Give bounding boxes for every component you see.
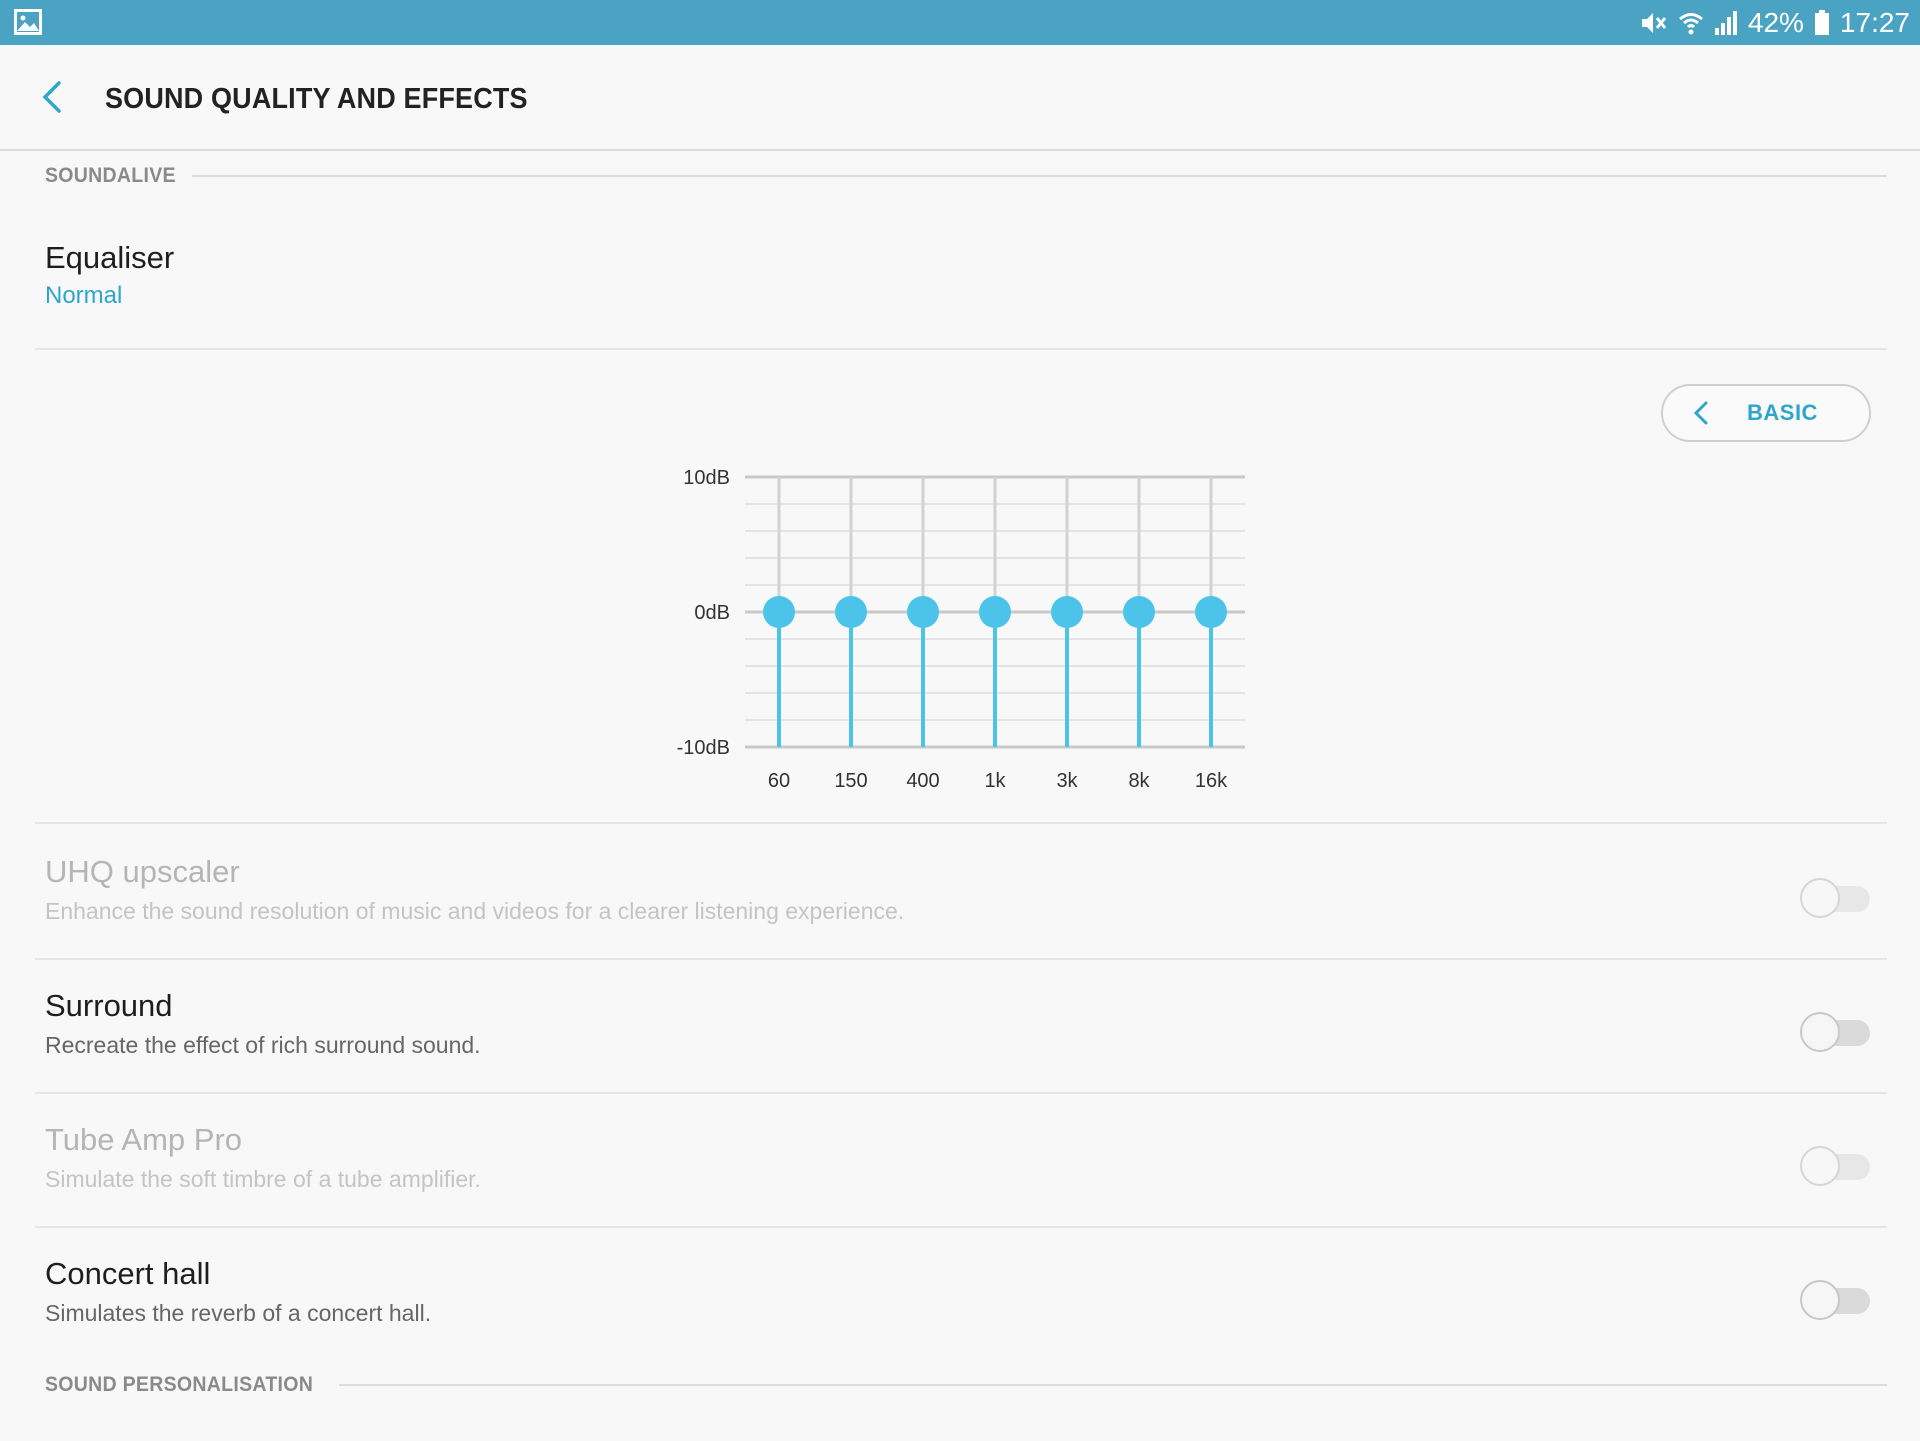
mute-icon <box>1641 12 1667 33</box>
band-frequency-label: 1k <box>984 770 1006 792</box>
concert-hall-setting[interactable]: Concert hall Simulates the reverb of a c… <box>35 1228 1887 1362</box>
uhq-upscaler-setting[interactable]: UHQ upscaler Enhance the sound resolutio… <box>35 826 1887 960</box>
switch-knob <box>1800 878 1840 918</box>
band-frequency-label: 150 <box>834 770 867 792</box>
setting-description: Simulates the reverb of a concert hall. <box>45 1300 432 1326</box>
switch-knob <box>1800 1280 1840 1320</box>
setting-description: Recreate the effect of rich surround sou… <box>45 1032 481 1058</box>
setting-description: Enhance the sound resolution of music an… <box>45 898 905 924</box>
band-frequency-label: 3k <box>1056 770 1078 792</box>
y-axis-label: -10dB <box>677 737 730 759</box>
section-header-soundalive: SOUNDALIVE <box>45 161 1887 191</box>
equaliser-graph: 10dB 0dB -10dB 60 150 400 1k 3k 8k 16k <box>677 467 1245 792</box>
band-slider-handle[interactable] <box>1051 596 1083 628</box>
setting-title: Surround <box>45 988 173 1023</box>
section-divider <box>191 175 1887 177</box>
setting-title: Tube Amp Pro <box>45 1122 243 1157</box>
equaliser-title: Equaliser <box>45 240 175 275</box>
clock: 17:27 <box>1839 6 1910 38</box>
battery-percent: 42% <box>1747 6 1804 38</box>
band-slider-handle[interactable] <box>1195 596 1227 628</box>
surround-switch[interactable] <box>1800 1012 1870 1052</box>
app-header: SOUND QUALITY AND EFFECTS <box>0 45 1920 151</box>
y-axis-label: 0dB <box>694 602 730 624</box>
back-button[interactable] <box>30 75 74 119</box>
signal-icon <box>1714 10 1737 35</box>
band-frequency-label: 400 <box>906 770 939 792</box>
band-slider-handle[interactable] <box>835 596 867 628</box>
gallery-icon <box>14 9 42 35</box>
y-axis-label: 10dB <box>683 467 730 489</box>
chevron-left-icon <box>42 81 61 113</box>
equaliser-value: Normal <box>45 282 123 309</box>
page-title: SOUND QUALITY AND EFFECTS <box>105 83 528 115</box>
surround-setting[interactable]: Surround Recreate the effect of rich sur… <box>35 960 1887 1094</box>
section-label: SOUNDALIVE <box>45 164 176 187</box>
switch-knob <box>1800 1146 1840 1186</box>
tube-amp-pro-switch[interactable] <box>1800 1146 1870 1186</box>
section-divider <box>339 1384 1887 1386</box>
band-frequency-label: 16k <box>1195 770 1228 792</box>
wifi-icon <box>1678 12 1703 34</box>
band-frequency-label: 60 <box>768 770 790 792</box>
setting-title: UHQ upscaler <box>45 854 240 889</box>
battery-icon <box>1814 9 1829 35</box>
status-bar: 42% 17:27 <box>0 0 1920 45</box>
band-slider-handle[interactable] <box>1123 596 1155 628</box>
band-slider-handle[interactable] <box>979 596 1011 628</box>
band-slider-handle[interactable] <box>907 596 939 628</box>
setting-title: Concert hall <box>45 1256 211 1291</box>
uhq-upscaler-switch[interactable] <box>1800 878 1870 918</box>
section-header-sound-personalisation: SOUND PERSONALISATION <box>45 1370 1887 1400</box>
equaliser-panel: BASIC 10dB 0dB -10dB 60 150 400 1k 3k 8k 16k <box>35 352 1887 824</box>
setting-description: Simulate the soft timbre of a tube ampli… <box>45 1166 481 1192</box>
equaliser-setting[interactable]: Equaliser Normal <box>35 210 1887 350</box>
switch-knob <box>1800 1012 1840 1052</box>
band-slider-handle[interactable] <box>763 596 795 628</box>
section-label: SOUND PERSONALISATION <box>45 1373 314 1396</box>
concert-hall-switch[interactable] <box>1800 1280 1870 1320</box>
band-frequency-label: 8k <box>1128 770 1150 792</box>
tube-amp-pro-setting[interactable]: Tube Amp Pro Simulate the soft timbre of… <box>35 1094 1887 1228</box>
